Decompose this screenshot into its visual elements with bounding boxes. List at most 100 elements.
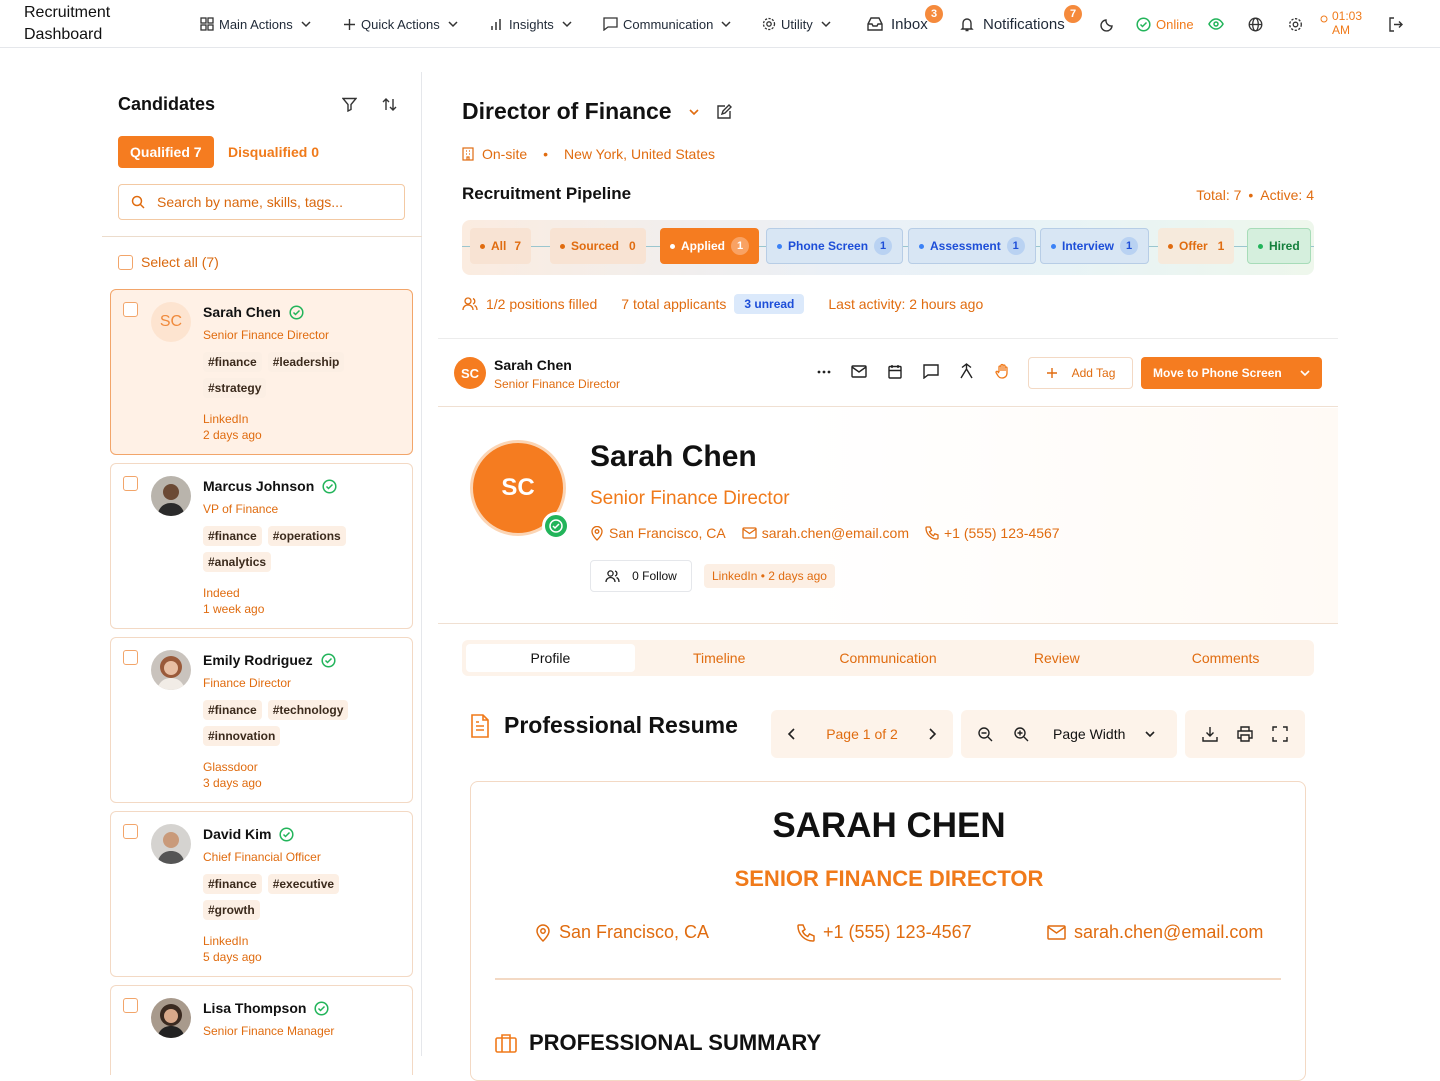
avatar <box>151 650 191 690</box>
candidate-search-input[interactable]: Search by name, skills, tags... <box>118 184 405 220</box>
gear-icon <box>762 17 776 31</box>
profile-tabs: Profile Timeline Communication Review Co… <box>462 640 1314 676</box>
disqualified-tab[interactable]: Disqualified 0 <box>228 136 319 168</box>
tag[interactable]: #finance <box>203 874 262 894</box>
tag[interactable]: #finance <box>203 526 262 546</box>
more-icon[interactable] <box>817 370 831 374</box>
language-button[interactable] <box>1248 13 1263 35</box>
select-all-checkbox[interactable] <box>118 254 133 270</box>
tag[interactable]: #operations <box>267 526 346 546</box>
zoom-out-icon[interactable] <box>977 726 993 742</box>
tab-comments[interactable]: Comments <box>1141 644 1310 672</box>
tag[interactable]: #strategy <box>203 378 267 398</box>
qualified-tab[interactable]: Qualified 7 <box>118 136 214 168</box>
stage-offer[interactable]: Offer 1 <box>1158 228 1235 264</box>
notifications-count-badge: 7 <box>1064 5 1082 23</box>
stage-sourced[interactable]: Sourced 0 <box>550 228 646 264</box>
utility-menu[interactable]: Utility <box>762 13 831 35</box>
stage-hired[interactable]: Hired <box>1247 228 1311 264</box>
tag[interactable]: #finance <box>203 700 262 720</box>
candidate-checkbox[interactable] <box>123 998 138 1013</box>
pipeline-totals: Total: 7 • Active: 4 <box>1196 187 1314 203</box>
profile-phone[interactable]: +1 (555) 123-4567 <box>925 525 1060 541</box>
tag[interactable]: #growth <box>203 900 260 920</box>
tag[interactable]: #finance <box>203 352 262 372</box>
stage-applied[interactable]: Applied 1 <box>660 228 759 264</box>
candidate-card[interactable]: SC Sarah Chen Senior Finance Director #f… <box>110 289 413 455</box>
candidates-panel: Candidates Qualified 7 Disqualified 0 Se… <box>102 72 422 1075</box>
edit-icon[interactable] <box>716 103 732 120</box>
inbox-button[interactable]: Inbox 3 <box>867 5 943 35</box>
phone-icon <box>925 526 939 540</box>
tab-profile[interactable]: Profile <box>466 644 635 672</box>
add-tag-button[interactable]: Add Tag <box>1028 357 1133 389</box>
hand-icon[interactable] <box>995 363 1011 379</box>
verified-icon <box>289 304 304 320</box>
tag[interactable]: #technology <box>267 700 349 720</box>
main-actions-menu[interactable]: Main Actions <box>200 13 311 35</box>
tag[interactable]: #analytics <box>203 552 272 572</box>
chevron-down-icon[interactable] <box>1145 729 1155 739</box>
theme-toggle[interactable] <box>1100 13 1115 35</box>
chevron-right-icon[interactable] <box>927 728 937 740</box>
mail-icon[interactable] <box>851 365 867 378</box>
candidate-card[interactable]: Marcus Johnson VP of Finance #finance #o… <box>110 463 413 629</box>
filter-icon[interactable] <box>342 97 357 112</box>
zoom-in-icon[interactable] <box>1013 726 1029 742</box>
candidate-checkbox[interactable] <box>123 476 138 491</box>
follow-button[interactable]: 0 Follow <box>590 560 692 592</box>
candidate-checkbox[interactable] <box>123 824 138 839</box>
zoom-select[interactable]: Page Width <box>1053 726 1125 742</box>
sort-icon[interactable] <box>382 97 397 112</box>
tab-communication[interactable]: Communication <box>804 644 973 672</box>
stage-assessment[interactable]: Assessment 1 <box>908 228 1036 264</box>
chevron-left-icon[interactable] <box>787 728 797 740</box>
follow-label: 0 Follow <box>632 569 677 583</box>
candidate-role: Senior Finance Manager <box>203 1024 335 1038</box>
candidate-checkbox[interactable] <box>123 650 138 665</box>
logout-button[interactable] <box>1388 13 1403 35</box>
insights-label: Insights <box>509 16 554 32</box>
settings-button[interactable] <box>1288 13 1303 35</box>
fullscreen-icon[interactable] <box>1271 726 1288 742</box>
insights-menu[interactable]: Insights <box>490 13 572 35</box>
tag[interactable]: #executive <box>267 874 340 894</box>
move-stage-button[interactable]: Move to Phone Screen <box>1141 357 1322 389</box>
candidate-card[interactable]: Emily Rodriguez Finance Director #financ… <box>110 637 413 803</box>
candidate-card[interactable]: Lisa Thompson Senior Finance Manager <box>110 985 413 1075</box>
candidate-time: 2 days ago <box>203 428 262 442</box>
tab-timeline[interactable]: Timeline <box>635 644 804 672</box>
tab-review[interactable]: Review <box>972 644 1141 672</box>
job-title[interactable]: Director of Finance <box>462 98 732 125</box>
tag[interactable]: #innovation <box>203 726 281 746</box>
job-location: New York, United States <box>564 146 716 162</box>
stage-phone-screen[interactable]: Phone Screen 1 <box>766 228 904 264</box>
candidate-checkbox[interactable] <box>123 302 138 317</box>
visibility-toggle[interactable] <box>1208 13 1224 35</box>
notifications-button[interactable]: Notifications 7 <box>960 5 1082 35</box>
communication-menu[interactable]: Communication <box>603 13 731 35</box>
message-icon[interactable] <box>923 364 939 379</box>
unread-badge[interactable]: 3 unread <box>734 294 805 314</box>
divider <box>102 236 422 237</box>
candidate-card[interactable]: David Kim Chief Financial Officer #finan… <box>110 811 413 977</box>
stage-all[interactable]: All 7 <box>470 228 532 264</box>
profile-email[interactable]: sarah.chen@email.com <box>742 525 909 541</box>
stage-interview[interactable]: Interview 1 <box>1040 228 1150 264</box>
resume-section-heading: PROFESSIONAL SUMMARY <box>495 1030 821 1056</box>
source-badge: LinkedIn • 2 days ago <box>704 564 835 588</box>
quick-actions-menu[interactable]: Quick Actions <box>343 13 458 35</box>
chevron-down-icon[interactable] <box>688 106 700 118</box>
print-icon[interactable] <box>1237 726 1253 742</box>
moon-icon <box>1100 18 1113 32</box>
tag[interactable]: #leadership <box>267 352 345 372</box>
online-status[interactable]: Online <box>1136 13 1194 35</box>
resume-phone: +1 (555) 123-4567 <box>797 922 972 943</box>
grid-icon <box>200 17 214 31</box>
profile-location: San Francisco, CA <box>590 525 726 541</box>
download-icon[interactable] <box>1202 726 1219 742</box>
calendar-icon[interactable] <box>888 364 902 379</box>
pipeline-stats: 1/2 positions filled 7 total applicants … <box>462 294 983 314</box>
select-all[interactable]: Select all (7) <box>118 254 219 270</box>
merge-icon[interactable] <box>959 363 974 379</box>
